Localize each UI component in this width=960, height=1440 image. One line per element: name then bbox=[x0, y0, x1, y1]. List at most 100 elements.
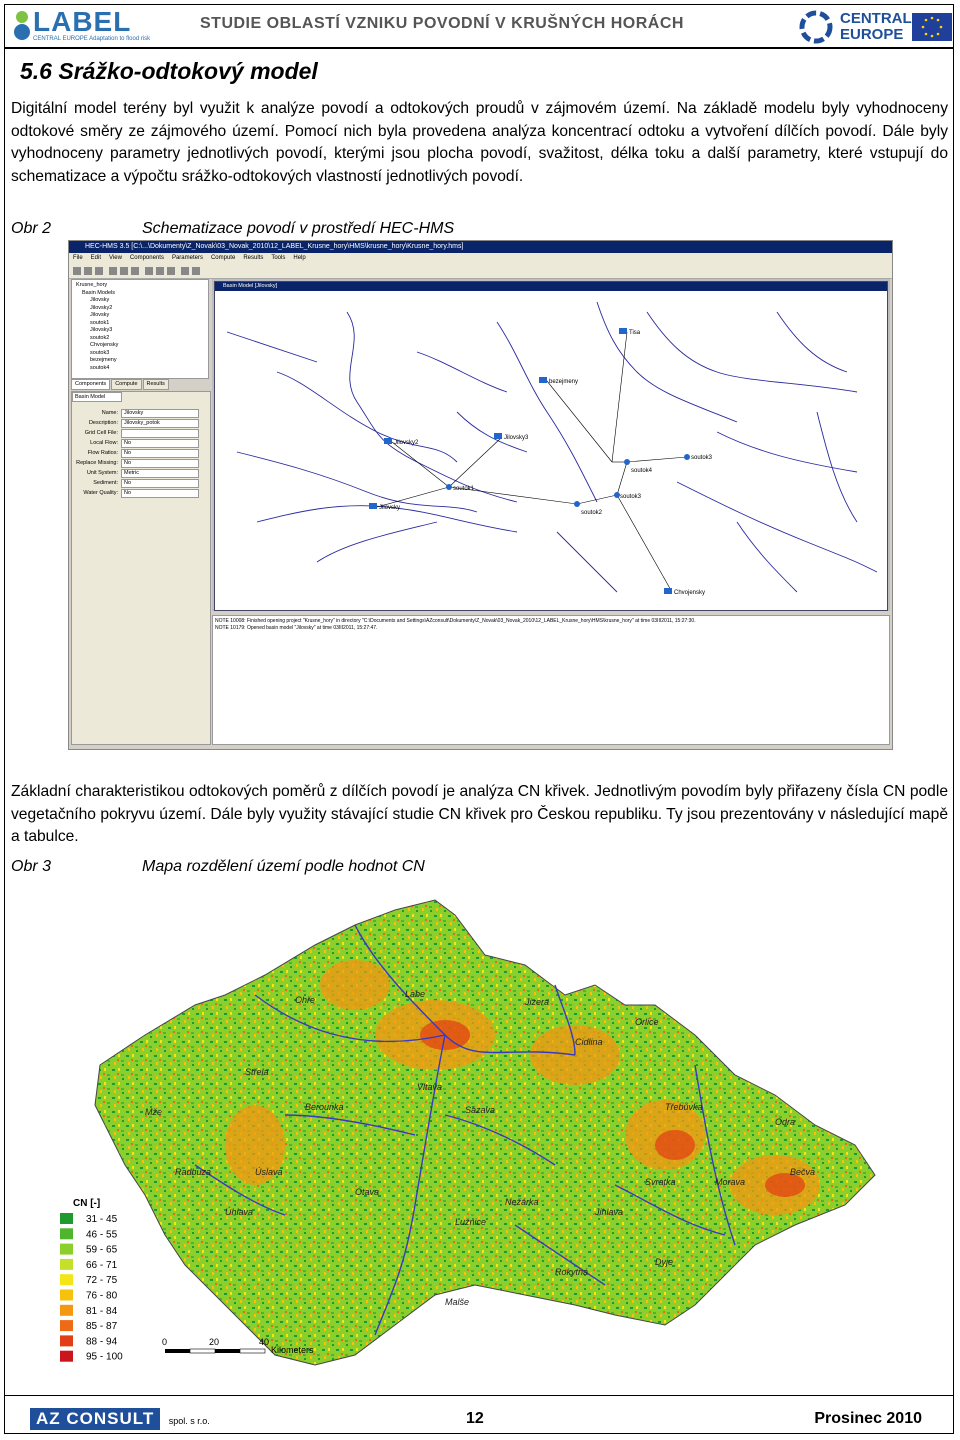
tree-item[interactable]: Chvojensky bbox=[90, 342, 204, 350]
prop-value[interactable]: No bbox=[121, 448, 199, 458]
hms-message-log: NOTE 10008: Finished opening project "Kr… bbox=[212, 615, 890, 745]
prop-value[interactable]: No bbox=[121, 458, 199, 468]
prop-key: Sediment: bbox=[93, 480, 118, 486]
legend-label: 81 - 84 bbox=[86, 1306, 118, 1317]
hms-menu-item[interactable]: Tools bbox=[271, 255, 285, 261]
tree-item[interactable]: Jilovsky bbox=[90, 312, 204, 320]
prop-value[interactable] bbox=[121, 428, 199, 438]
cz-outline bbox=[94, 899, 876, 1366]
prop-row: Grid Cell File: bbox=[72, 428, 210, 438]
river-label-16: Úhlava bbox=[225, 1207, 253, 1217]
prop-value[interactable]: No bbox=[121, 438, 199, 448]
river-label-1: Ohře bbox=[295, 995, 315, 1005]
legend-label: 85 - 87 bbox=[86, 1321, 118, 1332]
prop-value[interactable]: Metric bbox=[121, 468, 199, 478]
label-logo-subtext: CENTRAL EUROPE Adaptation to flood risk bbox=[33, 36, 151, 42]
tree-item[interactable]: soutok1 bbox=[90, 320, 204, 328]
hms-menu-item[interactable]: File bbox=[73, 255, 83, 261]
legend-label: 95 - 100 bbox=[86, 1352, 123, 1363]
prop-key: Grid Cell File: bbox=[84, 430, 118, 436]
tree-folder: Basin Models bbox=[82, 289, 116, 296]
legend-label: 59 - 65 bbox=[86, 1245, 118, 1256]
tree-item[interactable]: Jilovsky2 bbox=[90, 305, 204, 313]
legend-swatch bbox=[60, 1274, 73, 1286]
prop-row: Description: Jilovsky_potok bbox=[72, 418, 210, 428]
river-label-24: Mže bbox=[145, 1107, 162, 1117]
node-label-soutok3: soutok3 bbox=[691, 455, 713, 461]
legend-swatch bbox=[60, 1228, 73, 1240]
node-label-jilovsky3: Jilovsky3 bbox=[504, 435, 529, 441]
legend-title: CN [-] bbox=[73, 1198, 100, 1209]
tree-item[interactable]: Jilovsky3 bbox=[90, 327, 204, 335]
river-label-13: Otava bbox=[355, 1187, 379, 1197]
node-label-jilovsky2: Jilovsky2 bbox=[394, 440, 419, 446]
tree-item[interactable]: soutok3 bbox=[90, 350, 204, 358]
legend-label: 31 - 45 bbox=[86, 1214, 118, 1225]
hms-menu-item[interactable]: Components bbox=[130, 255, 164, 261]
hms-desktop: Basin Model [Jilovsky] Tisa bezejmeny Ji… bbox=[212, 279, 890, 611]
river-label-7: Orlice bbox=[635, 1017, 659, 1027]
hms-menu-item[interactable]: Compute bbox=[211, 255, 235, 261]
tree-item[interactable]: soutok2 bbox=[90, 335, 204, 343]
legend-swatch bbox=[60, 1304, 73, 1316]
legend-label: 72 - 75 bbox=[86, 1275, 118, 1286]
legend-swatch bbox=[60, 1350, 73, 1362]
footer-rule bbox=[5, 1395, 953, 1396]
legend-label: 88 - 94 bbox=[86, 1336, 118, 1347]
prop-value[interactable]: No bbox=[121, 478, 199, 488]
river-label-4: Sázava bbox=[465, 1105, 495, 1115]
hms-menu-item[interactable]: Edit bbox=[91, 255, 101, 261]
river-label-18: Malše bbox=[445, 1297, 469, 1307]
footer-date: Prosinec 2010 bbox=[814, 1410, 922, 1427]
label-logo: LABEL CENTRAL EUROPE Adaptation to flood… bbox=[11, 6, 150, 42]
node-label-soutok1: soutok1 bbox=[453, 486, 475, 492]
paragraph-2: Základní charakteristikou odtokových pom… bbox=[11, 783, 948, 846]
figure2-caption-text: Schematizace povodí v prostředí HEC-HMS bbox=[142, 220, 455, 237]
prop-row: Name: Jilovsky bbox=[72, 408, 210, 418]
hms-tab[interactable]: Compute bbox=[111, 379, 142, 390]
prop-value[interactable]: Jilovsky bbox=[121, 408, 199, 418]
node-label-jilovsky: Jilovsky bbox=[379, 505, 400, 511]
label-logo-text: LABEL bbox=[33, 6, 132, 37]
figure3-caption: Obr 3 Mapa rozdělení území podle hodnot C… bbox=[11, 858, 425, 876]
prop-row: Unit System: Metric bbox=[72, 468, 210, 478]
section-heading: 5.6 Srážko-odtokový model bbox=[20, 58, 318, 84]
cn-legend: 31 - 45 46 - 55 59 - 65 66 - 71 72 - 75 76 - … bbox=[60, 1213, 123, 1363]
river-label-3: Berounka bbox=[305, 1102, 344, 1112]
hms-tab[interactable]: Components bbox=[71, 379, 111, 390]
hms-menu-bar: File Edit View Components Parameters Compute R… bbox=[69, 253, 892, 264]
prop-value[interactable]: Jilovsky_potok bbox=[121, 418, 199, 428]
legend-swatch bbox=[60, 1320, 73, 1332]
prop-key: Replace Missing: bbox=[76, 460, 118, 466]
river-label-21: Třebůvka bbox=[665, 1102, 703, 1112]
prop-value[interactable]: No bbox=[121, 488, 199, 498]
node-label-soutok2: soutok2 bbox=[581, 510, 603, 516]
hms-menu-item[interactable]: View bbox=[109, 255, 122, 261]
tree-item[interactable]: Jilovsky bbox=[90, 297, 204, 305]
legend-swatch bbox=[60, 1243, 73, 1255]
hms-menu-item[interactable]: Parameters bbox=[172, 255, 203, 261]
river-label-17: Nežárka bbox=[505, 1197, 539, 1207]
node-label-soutok3b: soutok3 bbox=[620, 494, 642, 500]
river-label-2: Vltava bbox=[417, 1082, 442, 1092]
node-label-chvojensky: Chvojensky bbox=[674, 590, 705, 596]
legend-swatch bbox=[60, 1289, 73, 1301]
hms-tab[interactable]: Results bbox=[142, 379, 169, 390]
hms-menu-item[interactable]: Help bbox=[293, 255, 305, 261]
props-list: Name: Jilovsky Description: Jilovsky_potok G… bbox=[72, 408, 210, 498]
central-europe-icon bbox=[799, 10, 833, 44]
central-europe-line2: EUROPE bbox=[840, 26, 904, 43]
basin-map-canvas[interactable]: Tisa bezejmeny Jilovsky3 Jilovsky2 souto… bbox=[217, 292, 877, 602]
tree-item[interactable]: bezejmeny bbox=[90, 357, 204, 365]
figure3-label: Obr 3 bbox=[11, 858, 52, 875]
azconsult-logo: AZ CONSULT spol. s r.o. bbox=[30, 1408, 210, 1430]
legend-label: 66 - 71 bbox=[86, 1260, 118, 1271]
legend-label: 46 - 55 bbox=[86, 1229, 118, 1240]
prop-key: Description: bbox=[88, 420, 118, 426]
river-label-8: Svratka bbox=[645, 1177, 676, 1187]
prop-row: Flow Ratios: No bbox=[72, 448, 210, 458]
river-label-15: Radbuza bbox=[175, 1167, 211, 1177]
node-label-bezejmeny: bezejmeny bbox=[549, 379, 578, 385]
tree-item[interactable]: soutok4 bbox=[90, 365, 204, 373]
hms-menu-item[interactable]: Results bbox=[243, 255, 263, 261]
